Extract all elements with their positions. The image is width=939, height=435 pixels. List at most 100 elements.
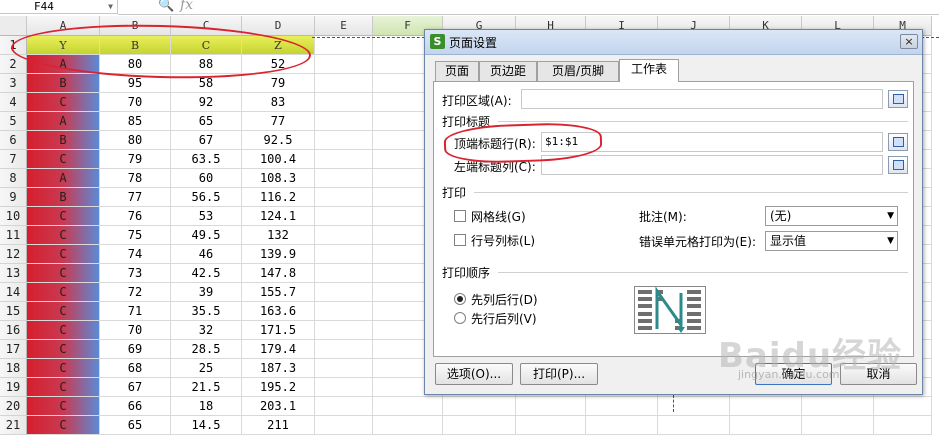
- comments-select[interactable]: (无) ▼: [765, 206, 898, 226]
- cell-g[interactable]: [443, 397, 516, 416]
- over-then-down-radio[interactable]: [454, 312, 466, 324]
- cell-d[interactable]: 211: [242, 416, 315, 435]
- cell-a[interactable]: C: [27, 245, 100, 264]
- cell-a[interactable]: C: [27, 150, 100, 169]
- cell-a[interactable]: B: [27, 188, 100, 207]
- cell-b[interactable]: 66: [100, 397, 171, 416]
- cell-d[interactable]: 155.7: [242, 283, 315, 302]
- cell-e[interactable]: [315, 74, 373, 93]
- tab-sheet[interactable]: 工作表: [619, 59, 679, 82]
- dialog-titlebar[interactable]: S 页面设置 ×: [425, 30, 922, 55]
- cell-e[interactable]: [315, 55, 373, 74]
- cell-d[interactable]: 139.9: [242, 245, 315, 264]
- row-header[interactable]: 13: [0, 264, 27, 283]
- tab-page[interactable]: 页面: [435, 61, 479, 81]
- cell-a[interactable]: B: [27, 74, 100, 93]
- cell-b[interactable]: 69: [100, 340, 171, 359]
- cell-a[interactable]: C: [27, 283, 100, 302]
- cell-a[interactable]: C: [27, 207, 100, 226]
- cell-c[interactable]: 49.5: [171, 226, 242, 245]
- row-header[interactable]: 10: [0, 207, 27, 226]
- tab-header-footer[interactable]: 页眉/页脚: [537, 61, 619, 81]
- close-button[interactable]: ×: [900, 34, 918, 49]
- cell-c[interactable]: 46: [171, 245, 242, 264]
- cell-k[interactable]: [730, 416, 802, 435]
- cell-a[interactable]: A: [27, 112, 100, 131]
- down-then-over-radio[interactable]: [454, 293, 466, 305]
- cell-i[interactable]: [586, 397, 658, 416]
- cell-h[interactable]: [516, 416, 586, 435]
- cell-e[interactable]: [315, 378, 373, 397]
- cell-a[interactable]: C: [27, 302, 100, 321]
- cell-e[interactable]: [315, 245, 373, 264]
- cell-d[interactable]: 77: [242, 112, 315, 131]
- cell-d[interactable]: 171.5: [242, 321, 315, 340]
- print-area-input[interactable]: [521, 89, 883, 109]
- cell-c[interactable]: 42.5: [171, 264, 242, 283]
- row-header[interactable]: 15: [0, 302, 27, 321]
- cell-c[interactable]: 35.5: [171, 302, 242, 321]
- cell-b[interactable]: 70: [100, 93, 171, 112]
- row-header[interactable]: 4: [0, 93, 27, 112]
- cell-a[interactable]: C: [27, 397, 100, 416]
- cell-e[interactable]: [315, 36, 373, 55]
- cell-b[interactable]: 68: [100, 359, 171, 378]
- row-header[interactable]: 16: [0, 321, 27, 340]
- row-header[interactable]: 11: [0, 226, 27, 245]
- cell-f[interactable]: [373, 416, 443, 435]
- formula-bar[interactable]: 🔍 fx: [118, 0, 939, 15]
- select-all-corner[interactable]: [0, 16, 27, 36]
- cell-e[interactable]: [315, 188, 373, 207]
- row-header[interactable]: 21: [0, 416, 27, 435]
- cell-e[interactable]: [315, 359, 373, 378]
- row-header[interactable]: 17: [0, 340, 27, 359]
- row-header[interactable]: 20: [0, 397, 27, 416]
- cell-c[interactable]: 18: [171, 397, 242, 416]
- cell-d[interactable]: 195.2: [242, 378, 315, 397]
- cell-d[interactable]: 92.5: [242, 131, 315, 150]
- cell-c[interactable]: 65: [171, 112, 242, 131]
- cell-d[interactable]: 79: [242, 74, 315, 93]
- cell-e[interactable]: [315, 150, 373, 169]
- cell-e[interactable]: [315, 416, 373, 435]
- cell-b[interactable]: 79: [100, 150, 171, 169]
- cell-f[interactable]: [373, 397, 443, 416]
- cell-d[interactable]: 147.8: [242, 264, 315, 283]
- cell-m[interactable]: [874, 416, 932, 435]
- row-header[interactable]: 14: [0, 283, 27, 302]
- cell-a[interactable]: C: [27, 340, 100, 359]
- cell-a[interactable]: C: [27, 416, 100, 435]
- cell-d[interactable]: 116.2: [242, 188, 315, 207]
- zoom-icon[interactable]: 🔍: [158, 0, 174, 13]
- cell-e[interactable]: [315, 131, 373, 150]
- errors-select[interactable]: 显示值 ▼: [765, 231, 898, 251]
- row-header[interactable]: 3: [0, 74, 27, 93]
- cell-c[interactable]: 92: [171, 93, 242, 112]
- cell-l[interactable]: [802, 416, 874, 435]
- cell-m[interactable]: [874, 397, 932, 416]
- row-header[interactable]: 12: [0, 245, 27, 264]
- cell-c[interactable]: 21.5: [171, 378, 242, 397]
- cell-d[interactable]: 132: [242, 226, 315, 245]
- range-picker-icon[interactable]: [888, 133, 908, 151]
- cell-c[interactable]: 32: [171, 321, 242, 340]
- cell-b[interactable]: 76: [100, 207, 171, 226]
- column-header-e[interactable]: E: [315, 16, 373, 36]
- options-button[interactable]: 选项(O)...: [435, 363, 513, 385]
- cell-e[interactable]: [315, 169, 373, 188]
- cell-c[interactable]: 63.5: [171, 150, 242, 169]
- cell-d[interactable]: 83: [242, 93, 315, 112]
- cell-a[interactable]: C: [27, 321, 100, 340]
- cell-b[interactable]: 71: [100, 302, 171, 321]
- cell-a[interactable]: C: [27, 93, 100, 112]
- row-header[interactable]: 7: [0, 150, 27, 169]
- row-header[interactable]: 18: [0, 359, 27, 378]
- cell-c[interactable]: 39: [171, 283, 242, 302]
- cell-b[interactable]: 72: [100, 283, 171, 302]
- cell-c[interactable]: 14.5: [171, 416, 242, 435]
- cell-e[interactable]: [315, 93, 373, 112]
- fx-icon[interactable]: fx: [180, 0, 193, 13]
- row-header[interactable]: 6: [0, 131, 27, 150]
- cell-j[interactable]: [658, 397, 730, 416]
- left-columns-input[interactable]: [541, 155, 883, 175]
